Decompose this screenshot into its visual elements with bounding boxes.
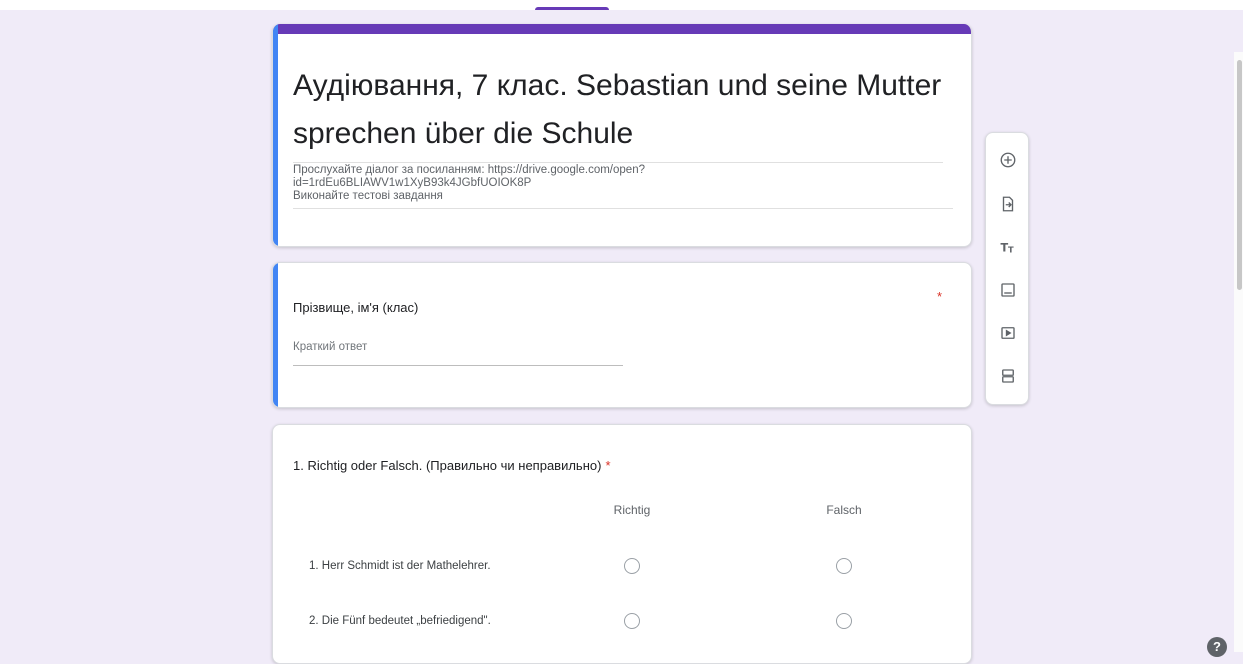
description-line: Прослухайте діалог за посиланням: https:…: [293, 164, 645, 176]
import-questions-icon[interactable]: [997, 193, 1019, 215]
required-asterisk: *: [605, 458, 611, 473]
scrollbar-thumb[interactable]: [1237, 60, 1242, 290]
grid-row-label: 2. Die Fünf bedeutet „befriedigend".: [309, 615, 491, 627]
add-title-icon[interactable]: TT: [997, 236, 1019, 258]
short-answer-field[interactable]: Краткий ответ: [293, 341, 623, 366]
form-title[interactable]: Аудіювання, 7 клас. Sebastian und seine …: [293, 62, 943, 163]
required-asterisk: *: [937, 289, 943, 304]
radio-row2-richtig[interactable]: [624, 613, 640, 629]
radio-row1-falsch[interactable]: [836, 558, 852, 574]
add-question-icon[interactable]: [997, 149, 1019, 171]
question-title: Прізвище, ім'я (клас): [293, 300, 419, 315]
floating-toolbar: TT: [985, 132, 1029, 405]
focus-indicator: [273, 263, 278, 407]
active-tab-indicator: [535, 7, 609, 10]
add-video-icon[interactable]: [997, 322, 1019, 344]
svg-text:T: T: [1008, 244, 1014, 254]
question-card-grid[interactable]: 1. Richtig oder Falsch. (Правильно чи не…: [272, 424, 972, 664]
focus-indicator: [273, 24, 278, 246]
question-card-name[interactable]: Прізвище, ім'я (клас) * Краткий ответ: [272, 262, 972, 408]
theme-accent-bar: [273, 24, 971, 34]
form-description[interactable]: Прослухайте діалог за посиланням: https:…: [293, 164, 953, 209]
question-title: 1. Richtig oder Falsch. (Правильно чи не…: [293, 458, 611, 473]
add-image-icon[interactable]: [997, 279, 1019, 301]
column-header-falsch: Falsch: [826, 503, 862, 517]
column-header-richtig: Richtig: [613, 503, 651, 517]
description-line: id=1rdEu6BLIAWV1w1XyB93k4JGbfUOIOK8P: [293, 177, 532, 189]
form-header-card[interactable]: Аудіювання, 7 клас. Sebastian und seine …: [272, 24, 972, 247]
description-line: Виконайте тестові завдання: [293, 190, 443, 202]
top-bar: [0, 0, 1243, 10]
help-button[interactable]: ?: [1207, 637, 1227, 657]
grid-row-label: 1. Herr Schmidt ist der Mathelehrer.: [309, 560, 491, 572]
radio-row2-falsch[interactable]: [836, 613, 852, 629]
question-title-text: 1. Richtig oder Falsch. (Правильно чи не…: [293, 458, 602, 473]
add-section-icon[interactable]: [997, 365, 1019, 387]
radio-row1-richtig[interactable]: [624, 558, 640, 574]
